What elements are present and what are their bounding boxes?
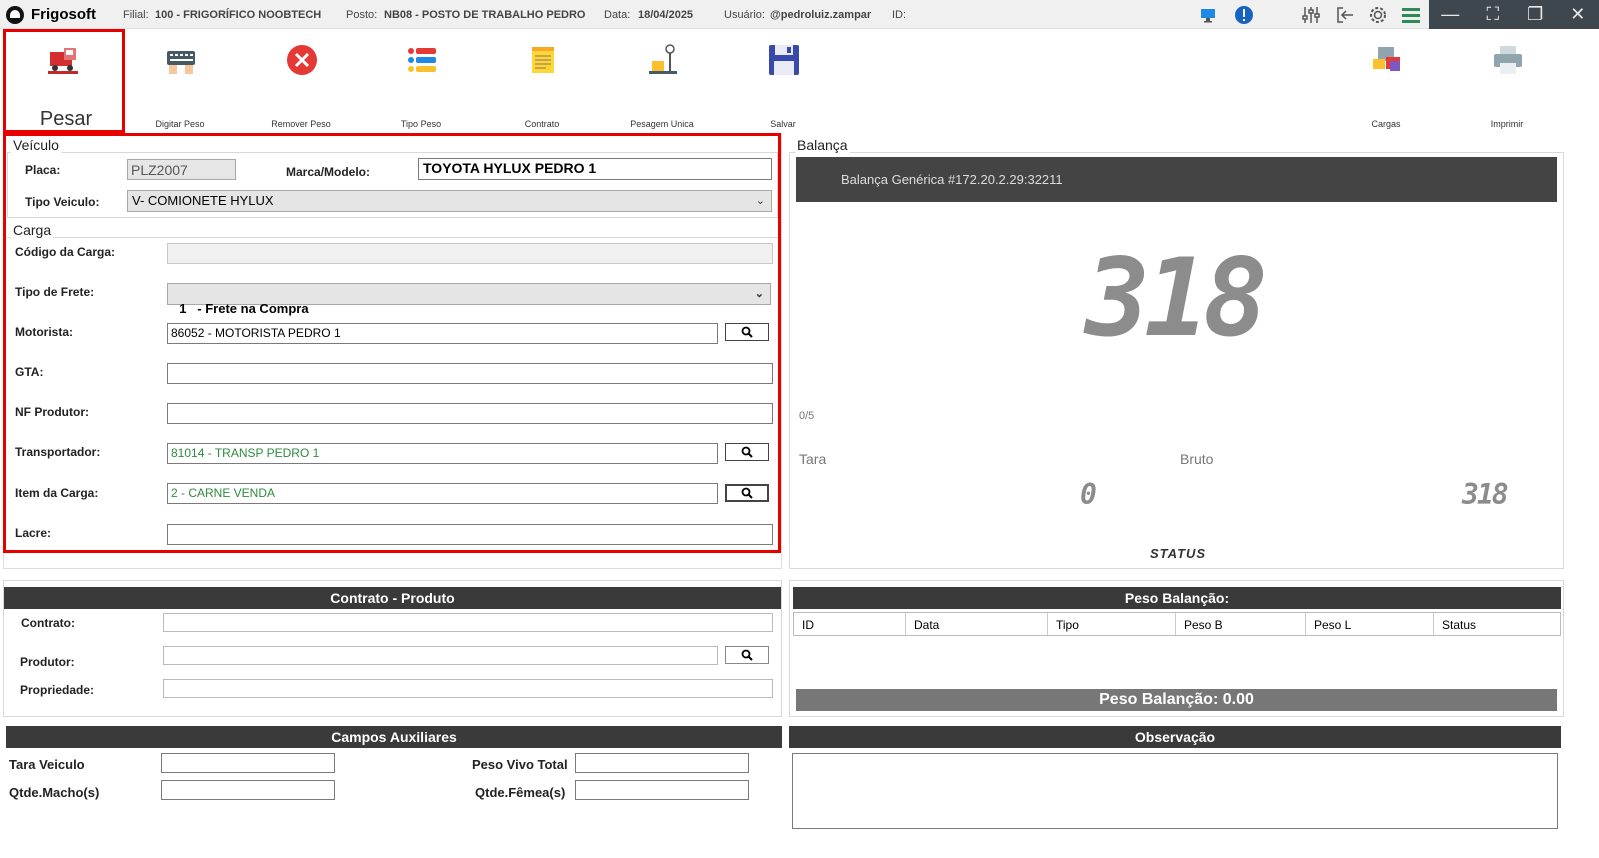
data-value: 18/04/2025 [638,9,694,21]
campos-auxiliares-header: Campos Auxiliares [6,726,782,748]
menu-icon[interactable] [1400,4,1422,26]
contrato-field[interactable] [163,613,773,632]
contrato-produto-header: Contrato - Produto [4,587,781,609]
posto-label: Posto: [346,9,378,21]
observacao-textarea[interactable] [792,753,1558,829]
remove-icon [285,43,319,77]
pesagem-unica-button[interactable]: Pesagem Unica [602,29,722,133]
contrato-button[interactable]: Contrato [482,29,602,133]
id-label: ID: [892,9,907,21]
qtde-macho-label: Qtde.Macho(s) [9,785,100,800]
tara-veiculo-label: Tara Veiculo [9,757,85,772]
produtor-search-button[interactable] [725,646,769,664]
cargas-label: Cargas [1371,119,1401,129]
app-name: Frigosoft [31,6,96,23]
produtor-label: Produtor: [20,655,75,669]
usuario-label: Usuário: [724,9,765,21]
peso-vivo-total-field[interactable] [575,753,749,773]
column-header[interactable]: Status [1434,613,1560,635]
peso-balancao-total: Peso Balanção: 0.00 [796,689,1557,711]
notepad-icon [526,43,560,77]
peso-vivo-total-label: Peso Vivo Total [472,757,568,772]
balanca-title: Balança [795,137,850,153]
data-label: Data: [604,9,631,21]
contrato-label: Contrato: [21,616,75,630]
column-header[interactable]: Peso B [1176,613,1306,635]
pesar-label: Pesar [39,108,93,130]
close-icon[interactable]: ✕ [1557,0,1599,29]
qtde-macho-field[interactable] [161,780,335,800]
digitar-peso-label: Digitar Peso [155,119,205,129]
pesagem-unica-label: Pesagem Unica [630,119,694,129]
alert-icon[interactable] [1233,4,1255,26]
qtde-femea-field[interactable] [575,780,749,800]
peso-grid-header: ID Data Tipo Peso B Peso L Status [793,612,1561,636]
highlight-frame [3,133,781,553]
keyboard-icon [164,43,198,77]
toolbar: Pesar Digitar Peso Remover Peso Tipo Pes… [0,29,1599,133]
observacao-header: Observação [789,726,1561,748]
scale-box-icon [646,43,680,77]
bruto-label: Bruto [1180,451,1214,467]
weight-display: 318 [1085,236,1268,361]
printer-icon [1491,43,1525,77]
column-header[interactable]: Tipo [1048,613,1176,635]
tara-label: Tara [799,451,827,467]
monitor-icon[interactable] [1197,4,1219,26]
app-logo-icon [6,6,24,24]
logout-icon[interactable] [1334,4,1356,26]
imprimir-button[interactable]: Imprimir [1447,29,1567,133]
search-icon [741,649,753,661]
salvar-button[interactable]: Salvar [723,29,843,133]
tara-veiculo-field[interactable] [161,753,335,773]
filial-value: 100 - FRIGORÍFICO NOOBTECH [155,9,322,21]
balanca-device-bar: Balança Genérica #172.20.2.29:32211 [796,157,1557,202]
tipo-peso-label: Tipo Peso [400,119,442,129]
list-icon [405,43,439,77]
filial-label: Filial: [123,9,149,21]
salvar-label: Salvar [770,119,796,129]
cargas-button[interactable]: Cargas [1326,29,1446,133]
contrato-label: Contrato [524,119,560,129]
tara-value: 0 [1080,478,1097,511]
bruto-value: 318 [1462,478,1509,511]
produtor-field[interactable] [163,646,718,665]
remover-peso-button[interactable]: Remover Peso [241,29,361,133]
minimize-icon[interactable]: — [1429,0,1472,29]
sliders-icon[interactable] [1300,4,1322,26]
fit-screen-icon[interactable]: ⛶ [1472,0,1515,29]
usuario-value: @pedroluiz.zampar [770,9,872,21]
status-label: STATUS [1150,546,1207,561]
imprimir-label: Imprimir [1490,119,1524,129]
digitar-peso-button[interactable]: Digitar Peso [120,29,240,133]
truck-scale-icon [46,44,80,78]
tipo-peso-button[interactable]: Tipo Peso [361,29,481,133]
restore-icon[interactable]: ❐ [1514,0,1557,29]
remover-peso-label: Remover Peso [271,119,331,129]
peso-balancao-header: Peso Balanção: [793,587,1561,609]
title-bar: Frigosoft Filial: 100 - FRIGORÍFICO NOOB… [0,0,1599,29]
column-header[interactable]: ID [794,613,906,635]
propriedade-field[interactable] [163,679,773,698]
pesar-button[interactable]: Pesar [3,29,125,133]
balanca-counter: 0/5 [799,410,815,422]
cargo-boxes-icon [1370,43,1404,77]
gear-icon[interactable] [1367,4,1389,26]
column-header[interactable]: Peso L [1306,613,1434,635]
posto-value: NB08 - POSTO DE TRABALHO PEDRO [384,9,586,21]
qtde-femea-label: Qtde.Fêmea(s) [475,785,566,800]
column-header[interactable]: Data [906,613,1048,635]
window-controls: — ⛶ ❐ ✕ [1429,0,1599,29]
save-icon [767,43,801,77]
balanca-device-name: Balança Genérica #172.20.2.29:32211 [841,172,1063,187]
propriedade-label: Propriedade: [20,683,95,697]
